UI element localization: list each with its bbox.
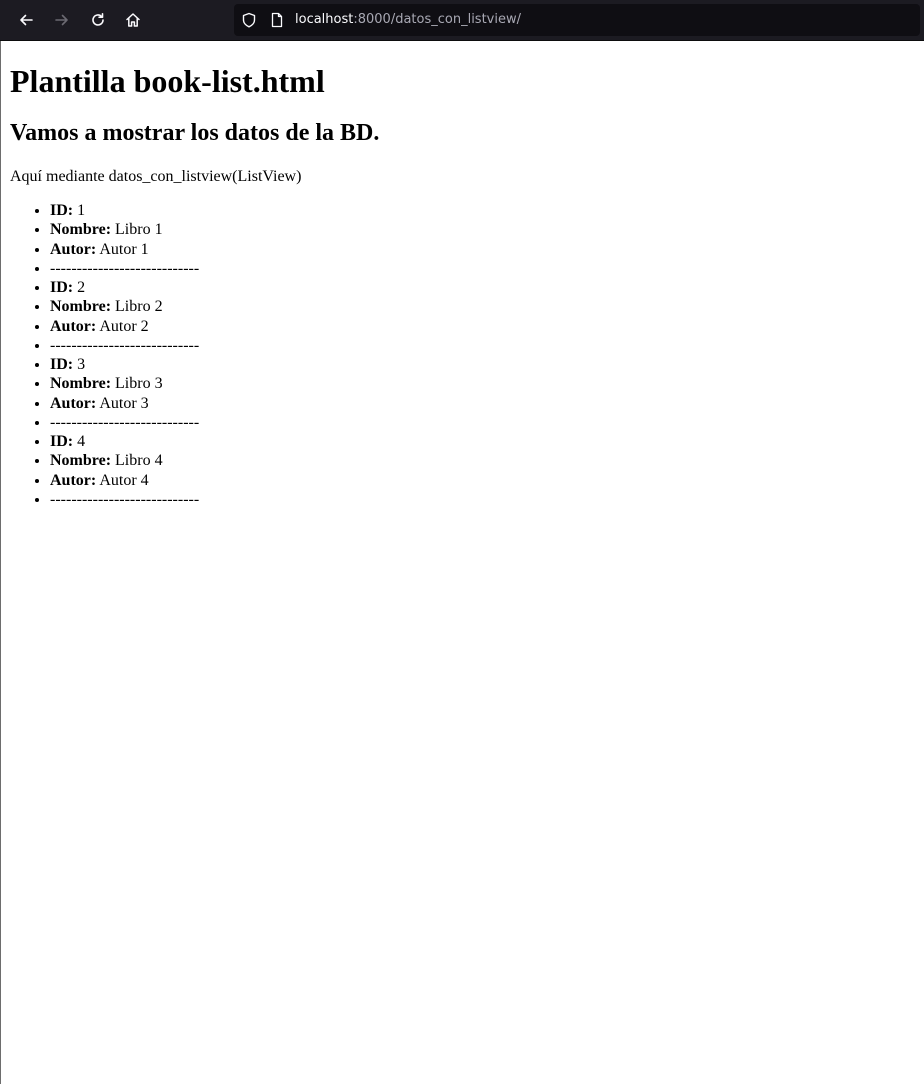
page-content: Plantilla book-list.html Vamos a mostrar… (1, 63, 923, 509)
book-autor: Autor 4 (99, 471, 149, 489)
nombre-label: Nombre: (50, 221, 112, 239)
list-item-id: ID: 1 (50, 201, 914, 220)
id-label: ID: (50, 356, 74, 373)
nombre-label: Nombre: (50, 298, 112, 316)
book-autor: Autor 1 (99, 240, 149, 258)
reload-icon (92, 13, 104, 26)
book-nombre: Libro 3 (115, 375, 163, 393)
id-label: ID: (50, 202, 74, 219)
reload-button[interactable] (84, 6, 112, 34)
url-host: localhost (295, 12, 354, 27)
list-item-separator: ---------------------------- (50, 336, 914, 355)
list-item-autor: Autor: Autor 1 (50, 240, 914, 259)
list-item-id: ID: 2 (50, 278, 914, 297)
list-item-separator: ---------------------------- (50, 490, 914, 509)
book-list: ID: 1 Nombre: Libro 1 Autor: Autor 1 ---… (10, 201, 914, 509)
page-title: Plantilla book-list.html (10, 63, 325, 99)
page-subtitle: Vamos a mostrar los datos de la BD. (10, 120, 380, 146)
forward-button[interactable] (48, 6, 76, 34)
book-nombre: Libro 4 (115, 452, 163, 470)
url-text[interactable]: localhost:8000/datos_con_listview/ (295, 12, 521, 28)
page-description: Aquí mediante datos_con_listview(ListVie… (10, 168, 302, 185)
list-item-id: ID: 4 (50, 432, 914, 451)
list-item-nombre: Nombre: Libro 4 (50, 451, 914, 470)
home-icon (126, 13, 140, 27)
address-bar[interactable]: localhost:8000/datos_con_listview/ (234, 4, 920, 36)
book-autor: Autor 2 (99, 317, 149, 335)
home-button[interactable] (119, 6, 147, 34)
id-label: ID: (50, 279, 74, 296)
list-item-id: ID: 3 (50, 355, 914, 374)
browser-toolbar: localhost:8000/datos_con_listview/ (0, 0, 924, 41)
book-nombre: Libro 2 (115, 298, 163, 316)
back-button[interactable] (12, 6, 40, 34)
arrow-right-icon (55, 14, 68, 26)
book-nombre: Libro 1 (115, 221, 163, 239)
id-label: ID: (50, 433, 74, 450)
autor-label: Autor: (50, 471, 97, 489)
list-item-nombre: Nombre: Libro 2 (50, 297, 914, 316)
book-autor: Autor 3 (99, 394, 149, 412)
book-id: 4 (77, 433, 86, 450)
book-id: 3 (77, 356, 86, 373)
list-item-autor: Autor: Autor 4 (50, 471, 914, 490)
nombre-label: Nombre: (50, 375, 112, 393)
url-path: :8000/datos_con_listview/ (353, 12, 521, 27)
autor-label: Autor: (50, 240, 97, 258)
book-id: 1 (77, 202, 86, 219)
shield-icon[interactable] (241, 12, 257, 28)
list-item-autor: Autor: Autor 3 (50, 394, 914, 413)
list-item-autor: Autor: Autor 2 (50, 317, 914, 336)
autor-label: Autor: (50, 394, 97, 412)
book-id: 2 (77, 279, 86, 296)
arrow-left-icon (20, 14, 33, 26)
list-item-nombre: Nombre: Libro 3 (50, 374, 914, 393)
nombre-label: Nombre: (50, 452, 112, 470)
page-icon[interactable] (269, 12, 285, 28)
page-viewport: Plantilla book-list.html Vamos a mostrar… (0, 41, 923, 1084)
autor-label: Autor: (50, 317, 97, 335)
list-item-nombre: Nombre: Libro 1 (50, 220, 914, 239)
list-item-separator: ---------------------------- (50, 259, 914, 278)
list-item-separator: ---------------------------- (50, 413, 914, 432)
